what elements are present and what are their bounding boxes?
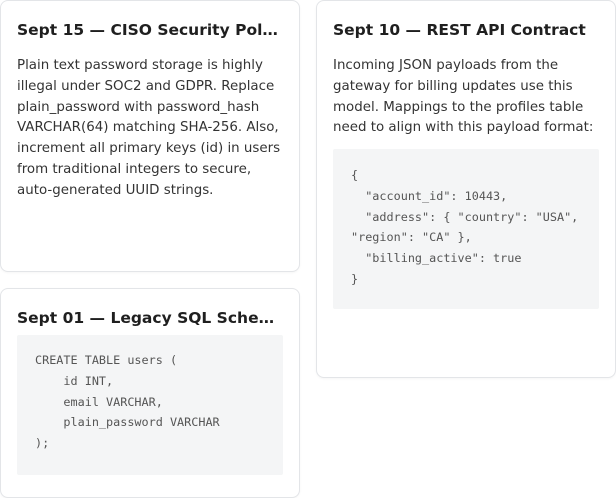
code-line: plain_password VARCHAR [35, 415, 220, 430]
card-body: Plain text password storage is highly il… [17, 58, 281, 198]
card-title: Sept 01 — Legacy SQL Schema Dump [17, 309, 283, 327]
legacy-sql-schema-card: Sept 01 — Legacy SQL Schema Dump CREATE … [0, 288, 300, 498]
code-line: email VARCHAR, [35, 394, 163, 409]
rest-api-contract-card: Sept 10 — REST API Contract Incoming JSO… [316, 0, 616, 378]
code-line: "address": { "country": "USA", [351, 209, 579, 224]
code-line: "account_id": 10443, [351, 188, 508, 203]
code-line: "billing_active": true [351, 251, 522, 266]
code-line: CREATE TABLE users ( [35, 353, 178, 367]
code-line: "region": "CA" }, [351, 230, 472, 245]
sql-code-block: CREATE TABLE users ( id INT, email VARCH… [17, 335, 283, 475]
card-title: Sept 10 — REST API Contract [333, 21, 586, 39]
card-body: Incoming JSON payloads from the gateway … [333, 58, 594, 136]
code-line: { [351, 168, 359, 182]
code-line: } [351, 271, 359, 286]
ciso-policy-card: Sept 15 — CISO Security Policy Directive… [0, 0, 300, 272]
json-code-block: { "account_id": 10443, "address": { "cou… [333, 149, 599, 309]
card-title: Sept 15 — CISO Security Policy Directive [17, 21, 283, 39]
code-line: id INT, [35, 373, 114, 388]
code-line: ); [35, 436, 50, 451]
